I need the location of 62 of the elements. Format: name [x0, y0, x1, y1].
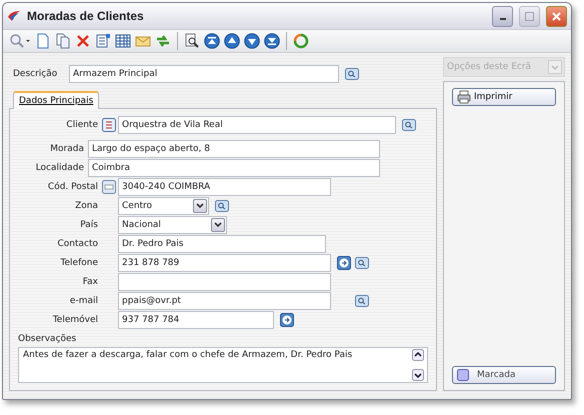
printer-icon: [457, 90, 471, 104]
field-label: e-mail: [68, 296, 99, 306]
refresh-icon[interactable]: [293, 33, 309, 49]
print-preview-icon[interactable]: [184, 33, 200, 49]
list-icon[interactable]: [102, 118, 116, 132]
field-label: Localidade: [34, 163, 85, 173]
text-field[interactable]: ppais@ovr.pt: [118, 292, 331, 310]
text-field[interactable]: Largo do espaço aberto, 8: [88, 140, 380, 158]
search-icon[interactable]: [9, 33, 31, 49]
search-icon[interactable]: [355, 295, 369, 307]
search-icon[interactable]: [402, 119, 416, 131]
scroll-down-icon[interactable]: [412, 369, 424, 381]
arrow-circle-icon[interactable]: [337, 256, 351, 270]
close-icon: [552, 12, 561, 20]
field-label: Morada: [49, 144, 85, 154]
card-icon[interactable]: [102, 180, 116, 194]
search-icon[interactable]: [215, 200, 229, 212]
notes-field[interactable]: Antes de fazer a descarga, falar com o chefe de Armazem, Dr. Pedro Pais: [18, 347, 428, 383]
field-label: Contacto: [56, 239, 99, 249]
first-record-icon[interactable]: [204, 33, 220, 49]
field-label: Telefone: [60, 258, 99, 268]
dropdown-field[interactable]: Nacional: [118, 216, 227, 234]
next-record-icon[interactable]: [244, 33, 260, 49]
search-icon[interactable]: [355, 257, 369, 269]
text-field[interactable]: 3040-240 COIMBRA: [118, 178, 331, 196]
copy-icon[interactable]: [55, 33, 71, 49]
text-field[interactable]: Armazem Principal: [69, 65, 339, 83]
properties-icon[interactable]: [95, 33, 111, 49]
field-label: Cód. Postal: [46, 182, 99, 192]
last-record-icon[interactable]: [264, 33, 280, 49]
swap-arrows-icon[interactable]: [155, 33, 171, 49]
tab[interactable]: Dados Principais: [13, 91, 100, 109]
text-field[interactable]: Dr. Pedro Pais: [118, 235, 326, 253]
field-label: Fax: [82, 277, 99, 287]
grid-icon[interactable]: [115, 33, 131, 49]
text-field[interactable]: [118, 273, 331, 291]
arrow-circle-icon[interactable]: [280, 313, 294, 327]
minimize-icon: [500, 18, 506, 20]
square-icon: [457, 369, 469, 381]
app-logo-icon: [7, 10, 21, 22]
text-field[interactable]: Coimbra: [88, 159, 380, 177]
maximize-icon: [525, 12, 534, 20]
dropdown-field[interactable]: Centro: [118, 197, 209, 215]
new-document-icon[interactable]: [35, 33, 51, 49]
mark-button[interactable]: Marcada: [452, 366, 556, 384]
window-title: Moradas de Clientes: [27, 9, 145, 23]
text-field[interactable]: Orquestra de Vila Real: [118, 116, 396, 134]
close-button[interactable]: [546, 6, 567, 26]
print-button[interactable]: Imprimir: [452, 88, 556, 106]
scroll-up-icon[interactable]: [412, 349, 424, 361]
minimize-button[interactable]: [492, 6, 513, 26]
text-field[interactable]: 231 878 789: [118, 254, 331, 272]
field-label: Cliente: [65, 120, 99, 130]
field-label: País: [79, 220, 99, 230]
field-label: Observações: [18, 334, 78, 344]
previous-record-icon[interactable]: [224, 33, 240, 49]
field-label: Zona: [74, 201, 99, 211]
search-icon[interactable]: [345, 68, 359, 80]
text-field[interactable]: 937 787 784: [118, 311, 274, 329]
field-label: Telemóvel: [52, 315, 99, 325]
field-label: Descrição: [13, 69, 58, 79]
delete-icon[interactable]: [75, 33, 91, 49]
